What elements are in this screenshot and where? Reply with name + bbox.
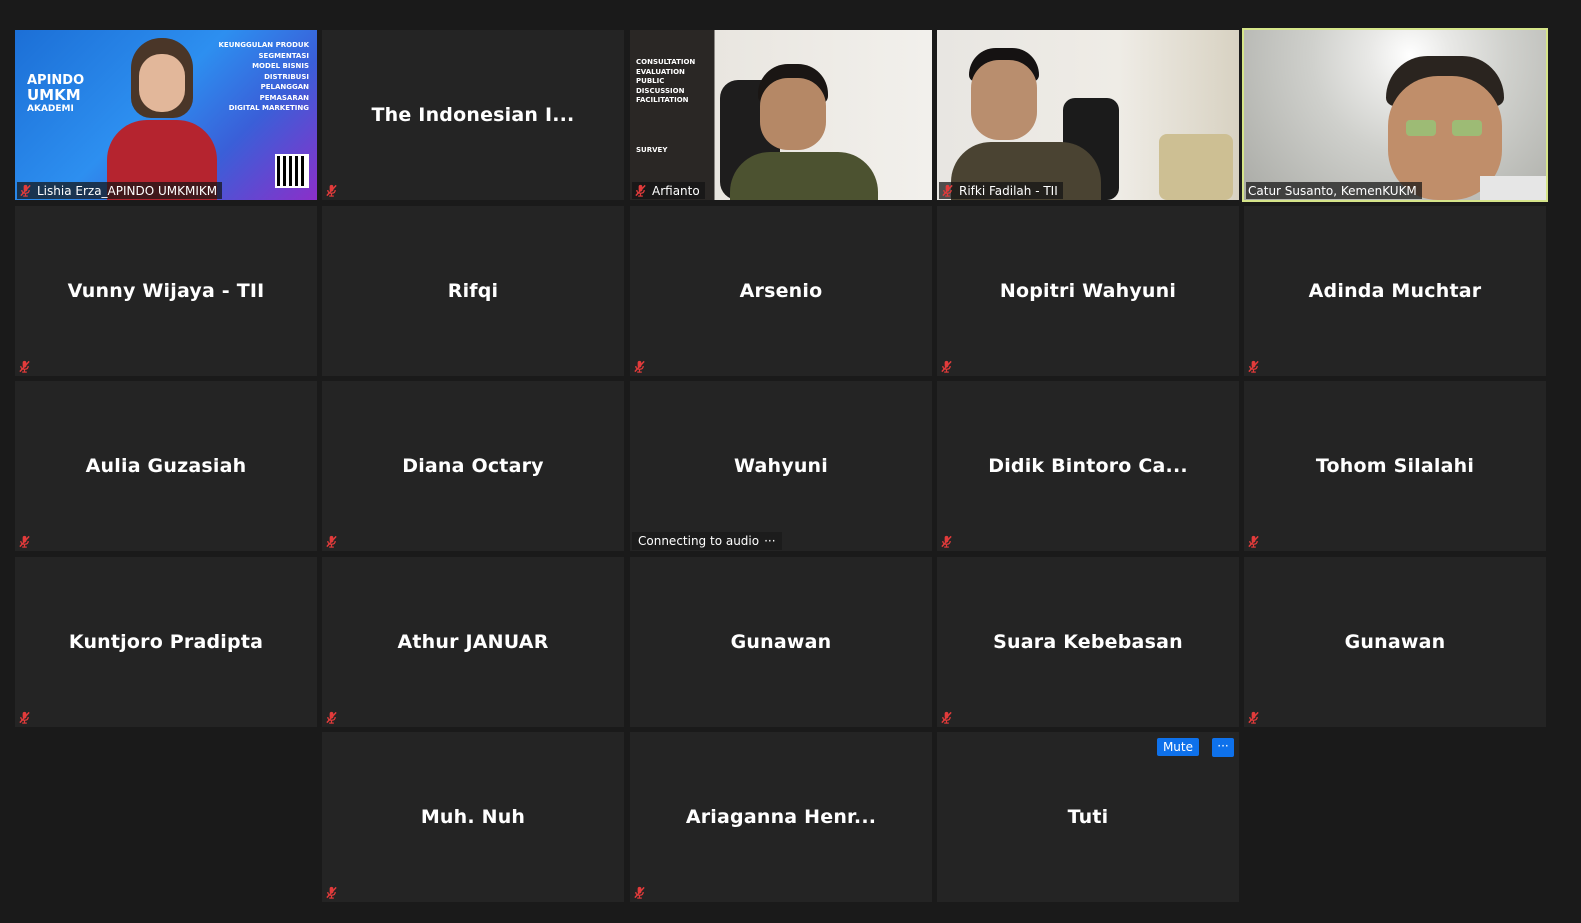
participant-name: Diana Octary [402,455,544,477]
participant-name: Athur JANUAR [397,631,549,653]
video-tile-tuti[interactable]: Tuti Mute ··· [937,732,1239,902]
participant-name: Vunny Wijaya - TII [67,280,265,302]
person-silhouette [1380,56,1546,200]
mic-muted-icon [940,711,953,724]
participant-name-label: Arfianto [632,182,705,199]
participant-name: The Indonesian I... [371,104,575,126]
video-tile-aulia[interactable]: Aulia Guzasiah [15,381,317,551]
video-tile-ariaganna[interactable]: Ariaganna Henr... [630,732,932,902]
video-tile-nopitri[interactable]: Nopitri Wahyuni [937,206,1239,376]
mic-muted-icon [940,535,953,548]
participant-name-label: Lishia Erza_APINDO UMKMIKM [17,182,223,199]
participant-name: Kuntjoro Pradipta [68,631,264,653]
video-tile-tohom[interactable]: Tohom Silalahi [1244,381,1546,551]
mic-muted-icon [325,184,338,197]
video-tile-indonesian[interactable]: The Indonesian I... [322,30,624,200]
banner-text: CONSULTATION EVALUATION PUBLIC DISCUSSIO… [636,58,696,154]
mic-muted-icon [633,360,646,373]
mute-button[interactable]: Mute [1156,738,1199,756]
participant-name: Adinda Muchtar [1308,280,1482,302]
person-silhouette [720,60,890,200]
video-tile-lishia[interactable]: APINDO UMKM AKADEMI KEUNGGULAN PRODUK SE… [15,30,317,200]
mic-muted-icon [633,886,646,899]
participant-video [1244,30,1546,200]
qr-code-icon [275,154,309,188]
mic-muted-icon [1247,535,1260,548]
participant-name: Arsenio [739,280,823,302]
more-options-button[interactable]: ··· [1212,738,1234,757]
sofa [1159,134,1233,200]
connecting-audio-status: Connecting to audio ··· [632,532,782,550]
video-tile-gunawan-1[interactable]: Gunawan [630,557,932,727]
video-tile-didik[interactable]: Didik Bintoro Ca... [937,381,1239,551]
mic-muted-icon [940,360,953,373]
video-tile-diana[interactable]: Diana Octary [322,381,624,551]
person-silhouette [107,38,217,200]
participant-video: CONSULTATION EVALUATION PUBLIC DISCUSSIO… [630,30,932,200]
participant-video: APINDO UMKM AKADEMI KEUNGGULAN PRODUK SE… [15,30,317,200]
participant-name: Suara Kebebasan [993,631,1183,653]
mic-muted-icon [634,184,647,197]
mic-muted-icon [18,711,31,724]
mic-muted-icon [1247,711,1260,724]
mic-muted-icon [18,535,31,548]
video-tile-gunawan-2[interactable]: Gunawan [1244,557,1546,727]
video-tile-catur-active-speaker[interactable]: Catur Susanto, KemenKUKM [1242,28,1548,202]
person-silhouette [951,42,1131,200]
mic-muted-icon [325,886,338,899]
participant-name: Didik Bintoro Ca... [988,455,1188,477]
video-tile-arsenio[interactable]: Arsenio [630,206,932,376]
poster-logo: APINDO UMKM AKADEMI [27,73,85,115]
participant-name: Wahyuni [734,455,828,477]
mic-muted-icon [941,184,954,197]
participant-name: Gunawan [1344,631,1446,653]
video-tile-suara[interactable]: Suara Kebebasan [937,557,1239,727]
video-tile-athur[interactable]: Athur JANUAR [322,557,624,727]
mic-muted-icon [325,535,338,548]
video-tile-arfianto[interactable]: CONSULTATION EVALUATION PUBLIC DISCUSSIO… [630,30,932,200]
video-tile-vunny[interactable]: Vunny Wijaya - TII [15,206,317,376]
participant-name-label: Catur Susanto, KemenKUKM [1246,182,1422,199]
participant-name: Gunawan [730,631,832,653]
participant-video [937,30,1239,200]
loading-dots-icon: ··· [764,534,776,548]
poster-topics: KEUNGGULAN PRODUK SEGMENTASI MODEL BISNI… [218,41,310,112]
video-tile-rifki[interactable]: Rifki Fadilah - TII [937,30,1239,200]
participant-name: Rifqi [447,280,499,302]
video-tile-wahyuni[interactable]: Wahyuni Connecting to audio ··· [630,381,932,551]
video-tile-adinda[interactable]: Adinda Muchtar [1244,206,1546,376]
participant-name: Nopitri Wahyuni [999,280,1177,302]
participant-name: Tohom Silalahi [1315,455,1475,477]
participant-name: Ariaganna Henr... [685,806,877,828]
mic-muted-icon [19,184,32,197]
video-tile-rifqi[interactable]: Rifqi [322,206,624,376]
mic-muted-icon [18,360,31,373]
participant-name: Tuti [1067,806,1109,828]
mic-muted-icon [325,711,338,724]
video-tile-kuntjoro[interactable]: Kuntjoro Pradipta [15,557,317,727]
mic-muted-icon [1247,360,1260,373]
video-tile-muh-nuh[interactable]: Muh. Nuh [322,732,624,902]
participant-name: Muh. Nuh [420,806,526,828]
participant-name-label: Rifki Fadilah - TII [939,182,1063,199]
participant-name: Aulia Guzasiah [85,455,247,477]
